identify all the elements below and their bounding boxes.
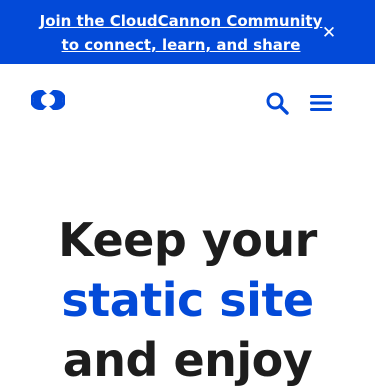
hero-line-1: Keep your — [58, 213, 317, 267]
hamburger-menu-icon[interactable] — [309, 92, 333, 114]
banner-line-1: Join the CloudCannon Community — [39, 12, 323, 30]
site-header — [0, 64, 375, 140]
search-icon[interactable] — [265, 91, 289, 115]
hero-line-3: and enjoy — [62, 333, 313, 387]
announcement-banner: Join the CloudCannon Community to connec… — [0, 0, 375, 64]
banner-line-2: to connect, learn, and share — [61, 36, 301, 54]
close-icon[interactable]: ✕ — [318, 22, 340, 44]
community-banner-link[interactable]: Join the CloudCannon Community to connec… — [28, 9, 334, 57]
hero-line-2-accent: static site — [61, 273, 314, 327]
hero-heading: Keep your static site and enjoy — [0, 210, 375, 390]
cloudcannon-logo-icon[interactable] — [31, 88, 65, 112]
